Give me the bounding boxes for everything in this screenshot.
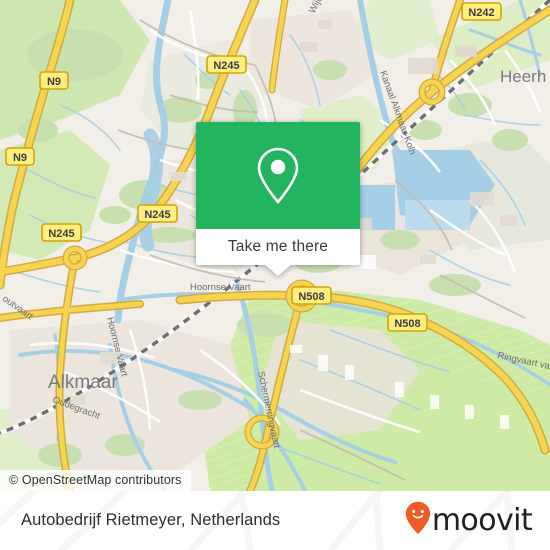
street-label: Schermerringvaart [255,370,282,449]
place-label-heerhugowaard: Heerh [500,67,546,86]
svg-text:N508: N508 [394,318,420,330]
map-pin-icon [255,146,301,206]
street-label: Kanaal Alkmaar-Kolh [377,69,418,156]
place-title: Autobedrijf Rietmeyer, Netherlands [21,511,281,529]
svg-text:N245: N245 [213,60,239,72]
osm-attribution[interactable]: © OpenStreetMap contributors [0,470,191,491]
moovit-pin-smiley-icon [405,501,431,540]
svg-text:N242: N242 [468,7,494,19]
street-label: Wijde V [307,0,332,15]
road-shield: N508 [291,286,332,305]
road-shield: N245 [206,55,247,74]
popup-tail [264,264,292,276]
location-popup[interactable]: Take me there [196,122,360,276]
road-shield: N242 [461,2,502,21]
screen-root: Wijde V Kanaal Alkmaar-Kolh Hoornse Vaar… [0,0,550,550]
street-label: outvaart [0,293,35,322]
place-label-alkmaar: Alkmaar [48,372,118,393]
road-shield: N245 [137,204,178,223]
road-shield: N508 [387,313,428,332]
footer-bar: Autobedrijf Rietmeyer, Netherlands moovi… [0,491,550,550]
street-label: Hoornse Vaart [190,282,251,293]
street-label: Ringvaart van [496,350,550,373]
svg-text:N9: N9 [47,76,61,88]
take-me-there-button[interactable]: Take me there [196,229,360,265]
road-shield: N9 [5,147,35,166]
popup-header [196,122,360,229]
road-shield: N245 [41,223,82,242]
street-label: Hoornse Vaart [104,316,129,378]
moovit-wordmark: moovit [431,502,533,538]
svg-text:N508: N508 [298,291,324,303]
street-label: Oudegracht [51,394,102,421]
take-me-there-label: Take me there [227,238,329,255]
road-shield: N9 [39,71,69,90]
svg-text:N245: N245 [144,209,170,221]
svg-text:N9: N9 [13,152,27,164]
moovit-logo[interactable]: moovit [405,501,533,540]
svg-text:N245: N245 [48,228,74,240]
